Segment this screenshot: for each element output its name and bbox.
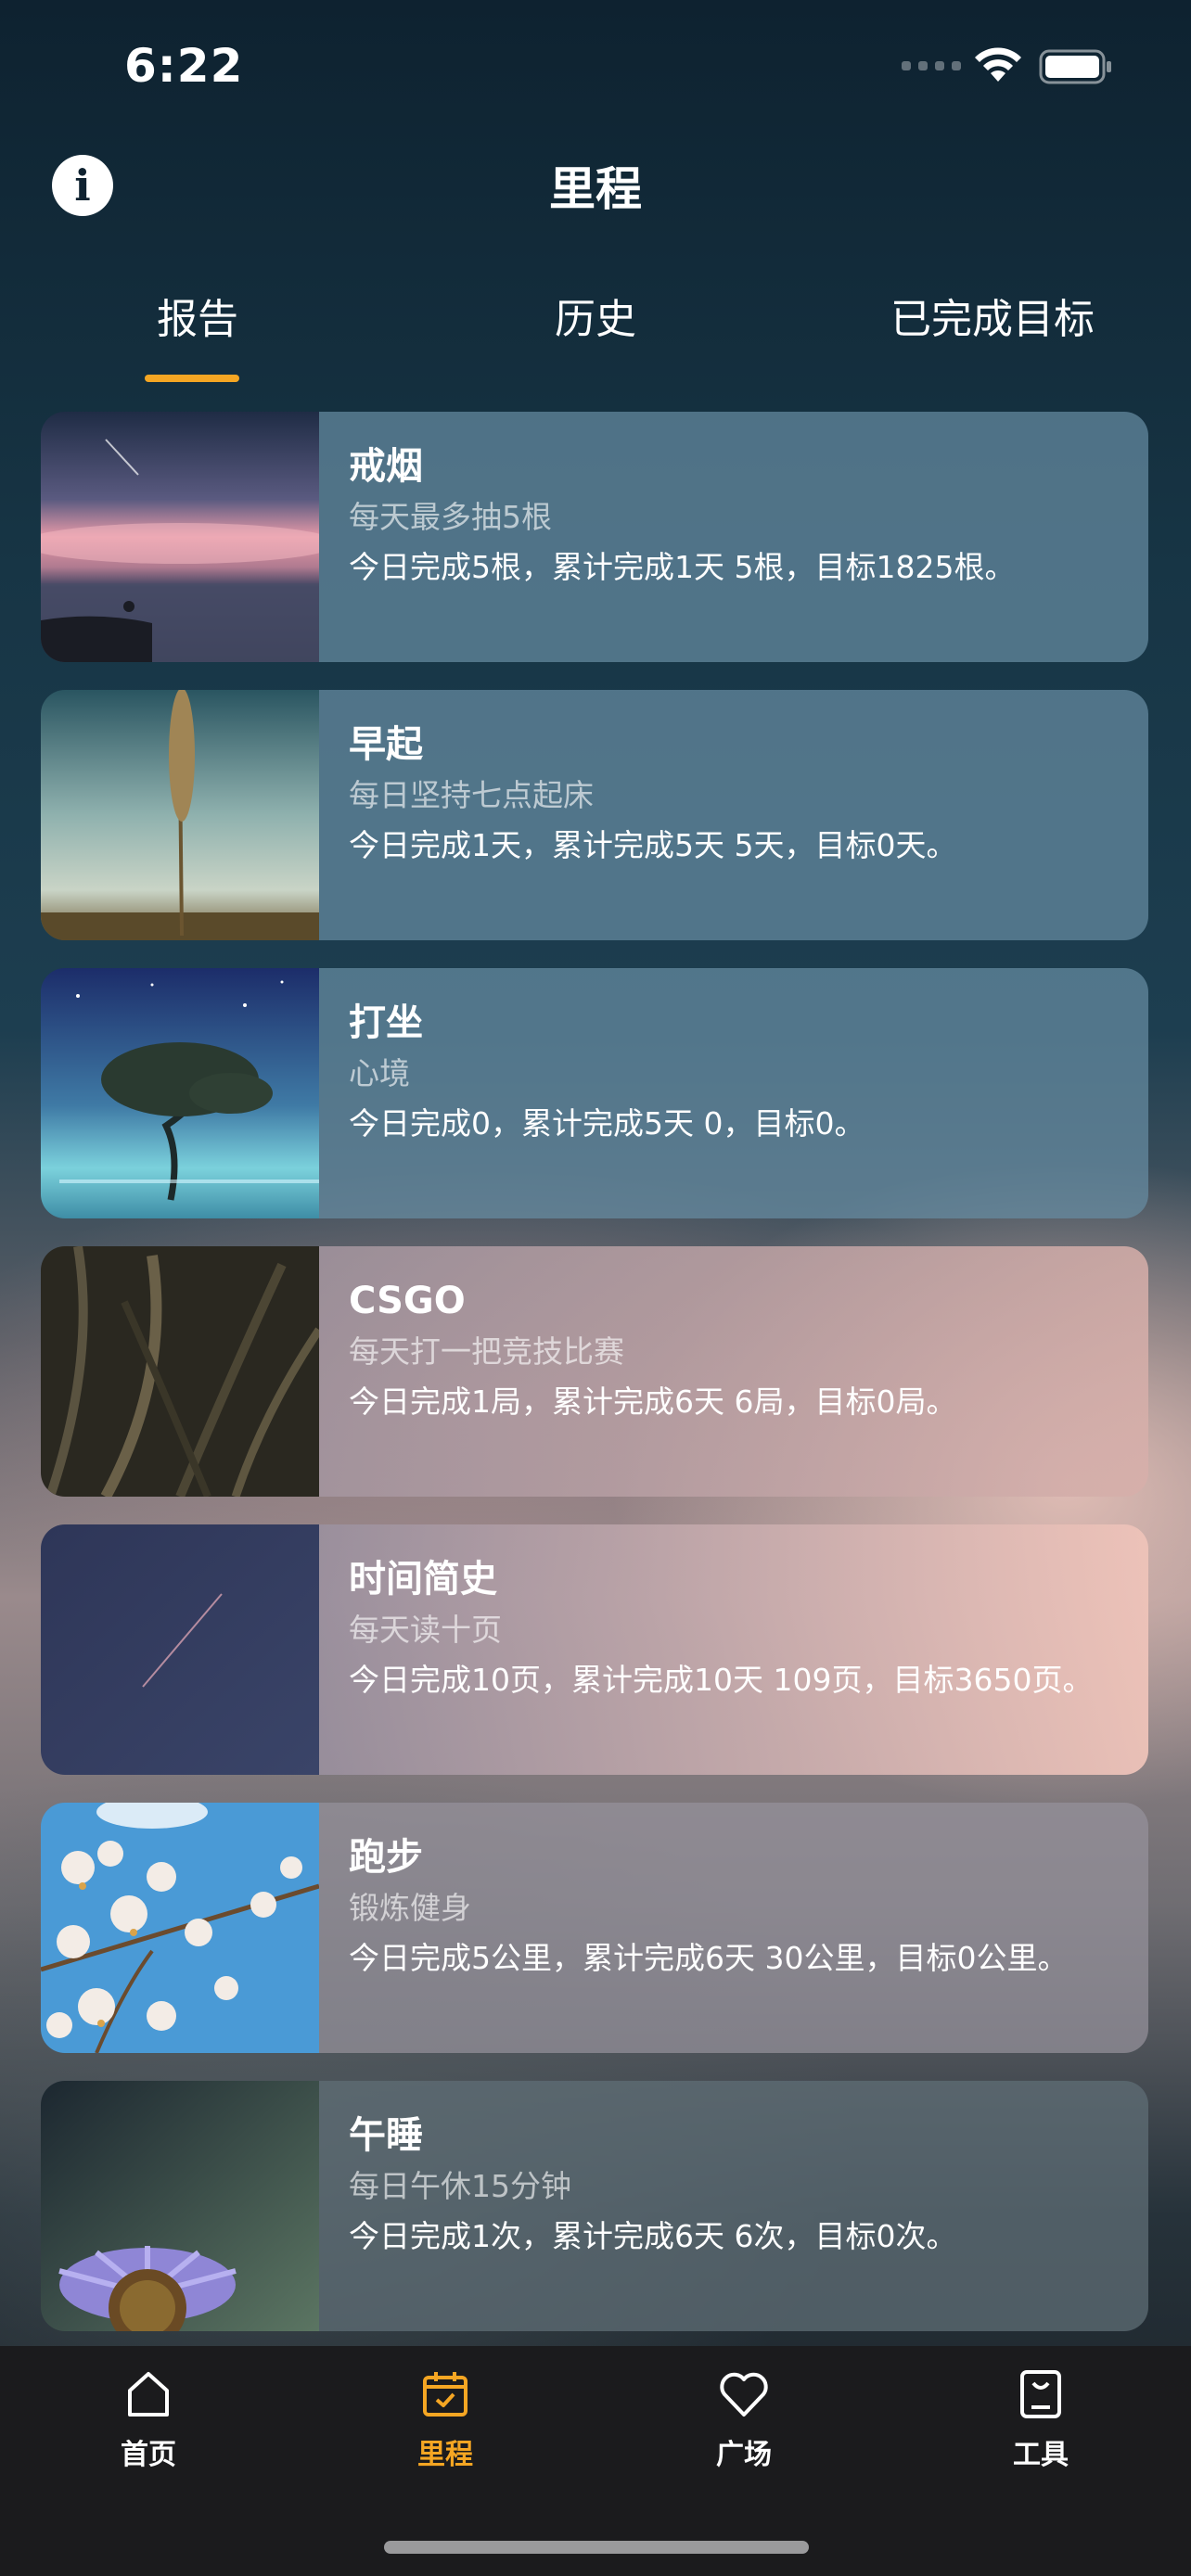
- goal-progress: 今日完成1次，累计完成6天 6次，目标0次。: [349, 2218, 957, 2254]
- goal-subtitle: 心境: [349, 1055, 410, 1091]
- goal-content: 跑步 锻炼健身 今日完成5公里，累计完成6天 30公里，目标0公里。: [319, 1803, 1148, 2053]
- goal-card[interactable]: 早起 每日坚持七点起床 今日完成1天，累计完成5天 5天，目标0天。: [41, 690, 1148, 940]
- active-tab-indicator: [145, 375, 239, 382]
- heart-icon: [720, 2372, 768, 2417]
- goal-subtitle: 每天最多抽5根: [349, 499, 552, 535]
- goal-subtitle: 每天读十页: [349, 1612, 502, 1648]
- goal-subtitle: 每日坚持七点起床: [349, 777, 594, 813]
- page-title: 里程: [549, 162, 642, 216]
- header: i 里程: [0, 130, 1191, 241]
- goal-content: CSGO 每天打一把竞技比赛 今日完成1局，累计完成6天 6局，目标0局。: [319, 1246, 1148, 1497]
- goal-content: 早起 每日坚持七点起床 今日完成1天，累计完成5天 5天，目标0天。: [319, 690, 1148, 940]
- goal-title: 戒烟: [349, 445, 423, 488]
- tabbar-item-square[interactable]: 广场: [670, 2366, 818, 2472]
- tabbar-item-home[interactable]: 首页: [74, 2366, 223, 2472]
- goal-image: [41, 690, 319, 940]
- goal-title: CSGO: [349, 1280, 466, 1322]
- goal-subtitle: 锻炼健身: [349, 1890, 471, 1926]
- goal-card[interactable]: 时间简史 每天读十页 今日完成10页，累计完成10天 109页，目标3650页。: [41, 1524, 1148, 1775]
- goal-card[interactable]: 午睡 每日午休15分钟 今日完成1次，累计完成6天 6次，目标0次。: [41, 2081, 1148, 2331]
- goal-title: 跑步: [349, 1836, 423, 1879]
- goal-content: 时间简史 每天读十页 今日完成10页，累计完成10天 109页，目标3650页。: [319, 1524, 1148, 1775]
- goal-image: [41, 2081, 319, 2331]
- goal-progress: 今日完成1局，累计完成6天 6局，目标0局。: [349, 1384, 957, 1420]
- home-icon: [128, 2372, 169, 2417]
- tabbar-label: 首页: [121, 2439, 176, 2471]
- wifi-icon: [975, 47, 1021, 82]
- goal-card[interactable]: 跑步 锻炼健身 今日完成5公里，累计完成6天 30公里，目标0公里。: [41, 1803, 1148, 2053]
- segment-tabs: 报告 历史 已完成目标: [0, 269, 1191, 389]
- goal-content: 打坐 心境 今日完成0，累计完成5天 0，目标0。: [319, 968, 1148, 1218]
- goal-progress: 今日完成10页，累计完成10天 109页，目标3650页。: [349, 1662, 1094, 1698]
- goal-image: [41, 1524, 319, 1775]
- status-bar: 6:22: [0, 0, 1191, 130]
- tab-completed-goals[interactable]: 已完成目标: [835, 286, 1150, 345]
- goal-title: 早起: [349, 723, 423, 766]
- toolbox-icon: [1020, 2370, 1061, 2418]
- goal-image: [41, 412, 319, 662]
- goal-image: [41, 968, 319, 1218]
- tabbar-label: 工具: [1013, 2439, 1069, 2471]
- tab-report[interactable]: 报告: [111, 286, 284, 345]
- goal-progress: 今日完成5公里，累计完成6天 30公里，目标0公里。: [349, 1940, 1069, 1976]
- goal-subtitle: 每天打一把竞技比赛: [349, 1333, 624, 1370]
- goal-card[interactable]: 戒烟 每天最多抽5根 今日完成5根，累计完成1天 5根，目标1825根。: [41, 412, 1148, 662]
- goal-image: [41, 1246, 319, 1497]
- goal-content: 午睡 每日午休15分钟 今日完成1次，累计完成6天 6次，目标0次。: [319, 2081, 1148, 2331]
- calendar-check-icon: [423, 2372, 467, 2417]
- tabbar-item-milestone[interactable]: 里程: [371, 2366, 519, 2472]
- tab-history[interactable]: 历史: [501, 286, 690, 345]
- tabbar-item-tools[interactable]: 工具: [967, 2366, 1115, 2472]
- goal-image: [41, 1803, 319, 2053]
- goal-progress: 今日完成0，累计完成5天 0，目标0。: [349, 1105, 865, 1141]
- goal-content: 戒烟 每天最多抽5根 今日完成5根，累计完成1天 5根，目标1825根。: [319, 412, 1148, 662]
- goal-title: 时间简史: [349, 1558, 497, 1600]
- goal-progress: 今日完成5根，累计完成1天 5根，目标1825根。: [349, 549, 1016, 585]
- goal-list: 戒烟 每天最多抽5根 今日完成5根，累计完成1天 5根，目标1825根。 早起 …: [41, 412, 1148, 2359]
- battery-icon: [1039, 49, 1111, 84]
- goal-subtitle: 每日午休15分钟: [349, 2168, 571, 2204]
- cellular-signal-icon: [902, 61, 961, 70]
- goal-title: 午睡: [349, 2114, 423, 2157]
- goal-title: 打坐: [349, 1001, 423, 1044]
- tabbar-label: 里程: [417, 2439, 473, 2471]
- tabbar-label: 广场: [716, 2439, 772, 2471]
- home-indicator: [384, 2541, 809, 2554]
- status-time: 6:22: [124, 39, 244, 93]
- goal-card[interactable]: 打坐 心境 今日完成0，累计完成5天 0，目标0。: [41, 968, 1148, 1218]
- goal-progress: 今日完成1天，累计完成5天 5天，目标0天。: [349, 827, 957, 863]
- goal-card[interactable]: CSGO 每天打一把竞技比赛 今日完成1局，累计完成6天 6局，目标0局。: [41, 1246, 1148, 1497]
